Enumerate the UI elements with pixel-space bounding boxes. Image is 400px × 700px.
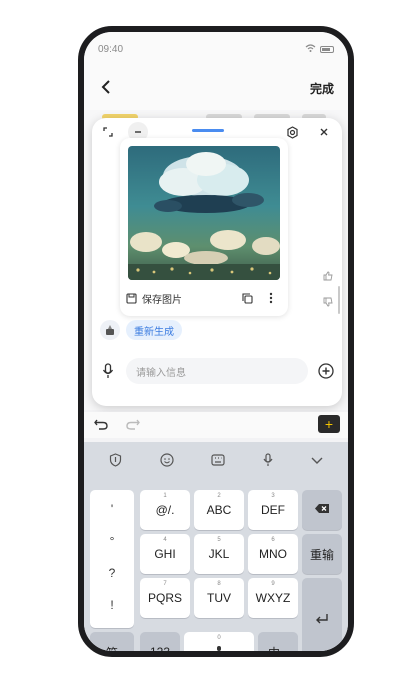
keyboard-toolbar [90, 446, 342, 476]
space-bar-icon [208, 645, 230, 651]
punctuation-column[interactable]: ' ° ? ! [90, 490, 134, 628]
drag-handle[interactable] [192, 129, 224, 132]
copy-icon[interactable] [240, 291, 254, 305]
key-mno[interactable]: 6 MNO [248, 534, 298, 574]
voice-input-icon[interactable] [263, 452, 273, 470]
done-button[interactable]: 完成 [310, 80, 334, 97]
symbols-key[interactable]: 符 [90, 632, 134, 651]
plus-icon: + [324, 416, 334, 432]
chevron-left-icon [101, 79, 110, 94]
regenerate-button[interactable]: 重新生成 [126, 320, 182, 340]
bot-avatar-icon [100, 320, 120, 340]
generated-image-card: 保存图片 [120, 138, 288, 316]
expand-icon[interactable] [98, 122, 118, 142]
reenter-key[interactable]: 重输 [302, 534, 342, 574]
punct-key[interactable]: ° [90, 534, 134, 548]
message-input[interactable]: 请输入信息 [126, 358, 308, 384]
regenerate-row: 重新生成 [100, 320, 182, 340]
enter-key[interactable] [302, 578, 342, 651]
backspace-key[interactable] [302, 490, 342, 530]
settings-icon[interactable] [282, 122, 302, 142]
key-wxyz[interactable]: 9 WXYZ [248, 578, 298, 618]
key-jkl[interactable]: 5 JKL [194, 534, 244, 574]
scrollbar[interactable] [338, 286, 340, 314]
ai-assistant-popup: 保存图片 重新生成 请输入信息 [92, 118, 342, 406]
close-icon[interactable] [314, 122, 334, 142]
shield-icon[interactable] [109, 452, 122, 470]
thumbs-down-icon[interactable] [320, 294, 336, 310]
status-time: 09:40 [98, 43, 124, 55]
punct-key[interactable]: ' [90, 502, 134, 516]
image-actions-row: 保存图片 [124, 288, 284, 308]
enter-icon [315, 613, 329, 628]
battery-icon [320, 45, 334, 53]
generated-image[interactable] [128, 146, 280, 280]
save-image-label[interactable]: 保存图片 [142, 291, 182, 306]
keyboard: ' ° ? ! 1 @/. 2 ABC 3 DEF 4 GHI 5 JKL 6 … [84, 442, 348, 651]
emoji-icon[interactable] [160, 452, 174, 470]
top-bar: 完成 [84, 66, 348, 110]
numbers-key[interactable]: 123 [140, 632, 180, 651]
language-switch-key[interactable]: 中 英 [258, 632, 298, 651]
punct-key[interactable]: ? [90, 566, 134, 580]
key-abc[interactable]: 2 ABC [194, 490, 244, 530]
space-key[interactable]: 0 [184, 632, 254, 651]
add-button[interactable]: + [318, 415, 340, 433]
key-pqrs[interactable]: 7 PQRS [140, 578, 190, 618]
save-icon[interactable] [124, 291, 138, 305]
thumbs-up-icon[interactable] [320, 268, 336, 284]
phone-frame: 09:40 完成 保存图片 重新生成 请输入信息 + ' ° ? ! 1 @/.… [78, 26, 354, 657]
more-icon[interactable] [264, 291, 278, 305]
keyboard-icon[interactable] [211, 453, 226, 469]
wifi-icon [305, 43, 316, 55]
screen: 09:40 完成 保存图片 重新生成 请输入信息 + ' ° ? ! 1 @/.… [84, 32, 348, 651]
status-bar: 09:40 [84, 32, 348, 66]
edit-toolbar [84, 412, 348, 438]
key-abc-symbols[interactable]: 1 @/. [140, 490, 190, 530]
back-button[interactable] [100, 77, 112, 100]
backspace-icon [314, 503, 330, 517]
add-circle-icon[interactable] [316, 361, 336, 381]
key-def[interactable]: 3 DEF [248, 490, 298, 530]
undo-icon[interactable] [94, 417, 108, 433]
punct-key[interactable]: ! [90, 598, 134, 612]
microphone-icon[interactable] [98, 361, 118, 381]
input-row: 请输入信息 [98, 356, 336, 386]
key-tuv[interactable]: 8 TUV [194, 578, 244, 618]
collapse-keyboard-icon[interactable] [311, 454, 323, 468]
key-ghi[interactable]: 4 GHI [140, 534, 190, 574]
redo-icon[interactable] [126, 417, 140, 433]
status-icons [305, 43, 334, 55]
